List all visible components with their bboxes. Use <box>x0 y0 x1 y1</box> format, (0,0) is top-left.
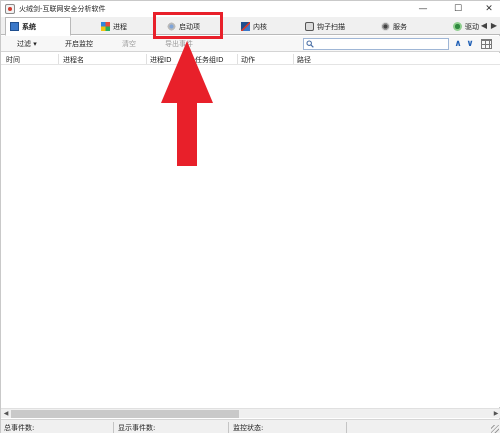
resize-grip-icon[interactable] <box>491 425 499 433</box>
monitor-state-label: 监控状态: <box>233 424 264 432</box>
tab-label: 内核 <box>253 22 267 31</box>
column-divider[interactable] <box>146 54 147 64</box>
toolbar: 过滤 ▾ 开启监控 清空 导出事件 ∧ ∨ <box>1 36 500 52</box>
windows-flag-icon <box>101 22 110 31</box>
column-header-path[interactable]: 路径 <box>297 55 311 65</box>
shown-events-label: 显示事件数: <box>118 424 156 432</box>
status-divider <box>113 422 114 433</box>
monitor-icon <box>10 22 19 31</box>
horizontal-scrollbar[interactable]: ◀ ▶ <box>1 408 500 418</box>
maximize-button[interactable]: ☐ <box>446 1 470 17</box>
scrollbar-thumb[interactable] <box>11 410 239 418</box>
app-logo-icon <box>5 4 15 14</box>
clear-button[interactable]: 清空 <box>122 39 136 49</box>
column-header-action[interactable]: 动作 <box>241 55 255 65</box>
kernel-icon <box>241 22 250 31</box>
status-divider <box>228 422 229 433</box>
driver-icon <box>453 22 462 31</box>
column-divider[interactable] <box>237 54 238 64</box>
annotation-highlight-box <box>153 12 223 39</box>
tab-hook-scan[interactable]: 钩子扫描 <box>301 18 367 35</box>
column-settings-icon[interactable] <box>481 39 492 49</box>
tab-label: 驱动 <box>465 22 479 31</box>
tab-label: 钩子扫描 <box>317 22 345 31</box>
tab-label: 进程 <box>113 22 127 31</box>
search-up-button[interactable]: ∧ <box>453 38 463 50</box>
annotation-arrow-icon <box>161 41 213 166</box>
total-events-label: 总事件数: <box>4 424 35 432</box>
tab-kernel[interactable]: 内核 <box>237 18 293 35</box>
status-bar: 总事件数: 显示事件数: 监控状态: <box>1 419 500 433</box>
start-monitor-button[interactable]: 开启监控 <box>65 39 93 49</box>
tab-services[interactable]: 服务 <box>377 18 433 35</box>
title-bar: 火绒剑-互联网安全分析软件 — ☐ ✕ <box>1 1 500 17</box>
column-header-time[interactable]: 时间 <box>6 55 20 65</box>
status-divider <box>346 422 347 433</box>
main-window: 火绒剑-互联网安全分析软件 — ☐ ✕ 系统 进程 启动项 内核 钩子扫描 服务 <box>0 0 500 433</box>
filter-dropdown-button[interactable]: 过滤 ▾ <box>17 39 37 49</box>
tab-label: 服务 <box>393 22 407 31</box>
event-table-header: 时间 进程名 进程ID 任务组ID 动作 路径 <box>1 53 500 65</box>
scroll-left-icon[interactable]: ◀ <box>1 409 11 419</box>
column-divider[interactable] <box>293 54 294 64</box>
tab-scroll-left-button[interactable]: ◀ <box>479 20 489 32</box>
event-list[interactable] <box>1 65 500 407</box>
search-input[interactable] <box>316 39 446 49</box>
search-icon <box>306 40 314 48</box>
close-button[interactable]: ✕ <box>477 1 500 17</box>
tab-system[interactable]: 系统 <box>5 17 71 36</box>
search-box[interactable] <box>303 38 449 50</box>
hook-icon <box>305 22 314 31</box>
column-divider[interactable] <box>58 54 59 64</box>
gear-icon <box>381 22 390 31</box>
tab-bar: 系统 进程 启动项 内核 钩子扫描 服务 驱动 ◀ ▶ <box>1 17 500 36</box>
scroll-right-icon[interactable]: ▶ <box>491 409 500 419</box>
minimize-button[interactable]: — <box>411 1 435 17</box>
tab-scroll-right-button[interactable]: ▶ <box>489 20 499 32</box>
column-header-process-name[interactable]: 进程名 <box>63 55 84 65</box>
tab-drivers[interactable]: 驱动 <box>449 18 479 35</box>
tab-process[interactable]: 进程 <box>97 18 157 35</box>
tab-label: 系统 <box>22 22 36 31</box>
window-title: 火绒剑-互联网安全分析软件 <box>19 5 106 13</box>
search-down-button[interactable]: ∨ <box>465 38 475 50</box>
